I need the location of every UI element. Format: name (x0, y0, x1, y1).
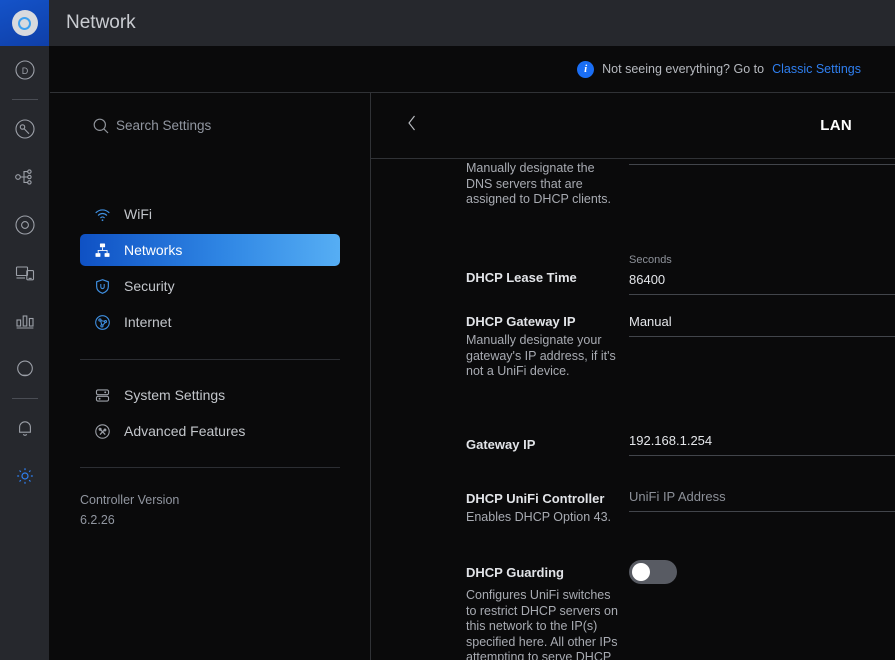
settings-gear-icon[interactable] (0, 452, 49, 500)
classic-settings-link[interactable]: Classic Settings (772, 62, 861, 76)
controller-version-value: 6.2.26 (80, 510, 340, 530)
sidebar-item-label: Advanced Features (124, 423, 245, 439)
dhcp-lease-time-input[interactable]: 86400 (629, 267, 895, 290)
security-shield-icon (91, 278, 113, 295)
page-title: Network (66, 12, 136, 34)
rail-divider-2 (12, 398, 38, 399)
detail-header: LAN (371, 93, 895, 158)
dhcp-unifi-controller-description: Enables DHCP Option 43. (466, 510, 619, 526)
sidebar-item-label: WiFi (124, 206, 152, 222)
sidebar-item-internet[interactable]: Internet (80, 306, 340, 338)
top-header-bar: Network (49, 0, 895, 46)
wifi-icon (91, 206, 113, 223)
classic-settings-notice: i Not seeing everything? Go to Classic S… (49, 46, 895, 92)
controller-version-label: Controller Version (80, 490, 340, 510)
clients-icon[interactable] (0, 249, 49, 297)
sidebar-item-security[interactable]: Security (80, 270, 340, 302)
sidebar-item-system-settings[interactable]: System Settings (80, 379, 340, 411)
form-row-dhcp-unifi-controller: DHCP UniFi Controller Enables DHCP Optio… (371, 459, 895, 532)
form-row-gateway-ip: Gateway IP 192.168.1.254 (371, 397, 895, 459)
dhcp-gateway-ip-select[interactable]: Manual (629, 312, 895, 332)
dhcp-unifi-controller-underline (629, 511, 895, 512)
search-icon (92, 117, 110, 140)
dhcp-lease-time-field-label: Seconds (629, 253, 895, 267)
dhcp-guarding-toggle[interactable] (629, 560, 677, 584)
primary-nav-group: WiFi Networks (50, 198, 370, 338)
toggle-knob (632, 563, 650, 581)
gateway-ip-underline (629, 455, 895, 456)
form-row-dhcp-guarding: DHCP Guarding Configures UniFi switches … (371, 532, 895, 660)
alerts-bell-icon[interactable] (0, 404, 49, 452)
network-settings-form: Manually designate the DNS servers that … (371, 159, 895, 660)
app-rail: D (0, 0, 49, 660)
sidebar-item-networks[interactable]: Networks (80, 234, 340, 266)
info-icon: i (577, 61, 594, 78)
form-row-dns-servers: Manually designate the DNS servers that … (371, 159, 895, 242)
networks-icon (91, 242, 113, 259)
gateway-ip-label: Gateway IP (466, 436, 619, 453)
search-input[interactable]: Search Settings (116, 118, 211, 133)
unifi-logo-icon[interactable] (0, 0, 49, 46)
dhcp-unifi-controller-input[interactable]: UniFi IP Address (629, 487, 895, 507)
dashboard-icon[interactable]: D (0, 46, 49, 94)
sidebar-item-advanced-features[interactable]: Advanced Features (80, 415, 340, 447)
secondary-nav-group: System Settings Advanced Features (50, 379, 370, 447)
insights-icon[interactable] (0, 345, 49, 393)
chevron-left-icon[interactable] (404, 112, 420, 139)
sidebar-item-label: Internet (124, 314, 171, 330)
sidebar-item-label: Networks (124, 242, 182, 258)
dns-servers-input-underline[interactable] (629, 164, 895, 165)
rail-divider (12, 99, 38, 100)
devices-tree-icon[interactable] (0, 153, 49, 201)
system-settings-icon (91, 387, 113, 404)
form-row-dhcp-lease-time: DHCP Lease Time Seconds 86400 (371, 242, 895, 312)
dhcp-lease-time-underline (629, 294, 895, 295)
controller-version-block: Controller Version 6.2.26 (50, 468, 370, 530)
dhcp-lease-time-label: DHCP Lease Time (466, 269, 619, 286)
dhcp-guarding-label: DHCP Guarding (466, 564, 619, 581)
network-settings-window: D (0, 0, 895, 660)
dhcp-gateway-ip-underline (629, 336, 895, 337)
logo-outer-circle (12, 10, 38, 36)
sidebar-item-label: Security (124, 278, 175, 294)
search-settings-row[interactable]: Search Settings (50, 93, 370, 158)
settings-navigation-panel: Search Settings WiFi (50, 93, 370, 660)
gateway-ip-input[interactable]: 192.168.1.254 (629, 431, 895, 451)
form-row-dhcp-gateway-ip: DHCP Gateway IP Manually designate your … (371, 312, 895, 397)
nav-divider-1 (80, 359, 340, 360)
sidebar-item-wifi[interactable]: WiFi (80, 198, 340, 230)
dhcp-guarding-description: Configures UniFi switches to restrict DH… (466, 588, 619, 660)
dhcp-gateway-ip-description: Manually designate your gateway's IP add… (466, 333, 619, 380)
advanced-features-icon (91, 423, 113, 440)
dhcp-gateway-ip-label: DHCP Gateway IP (466, 313, 619, 330)
dns-servers-description: Manually designate the DNS servers that … (466, 161, 619, 208)
notice-text: Not seeing everything? Go to (602, 62, 764, 76)
statistics-icon[interactable] (0, 297, 49, 345)
internet-globe-icon (91, 314, 113, 331)
detail-title: LAN (820, 117, 852, 134)
logo-inner-ring (18, 17, 31, 30)
topology-icon[interactable] (0, 105, 49, 153)
svg-text:D: D (21, 66, 28, 76)
dhcp-unifi-controller-label: DHCP UniFi Controller (466, 490, 619, 507)
sidebar-item-label: System Settings (124, 387, 225, 403)
ports-icon[interactable] (0, 201, 49, 249)
